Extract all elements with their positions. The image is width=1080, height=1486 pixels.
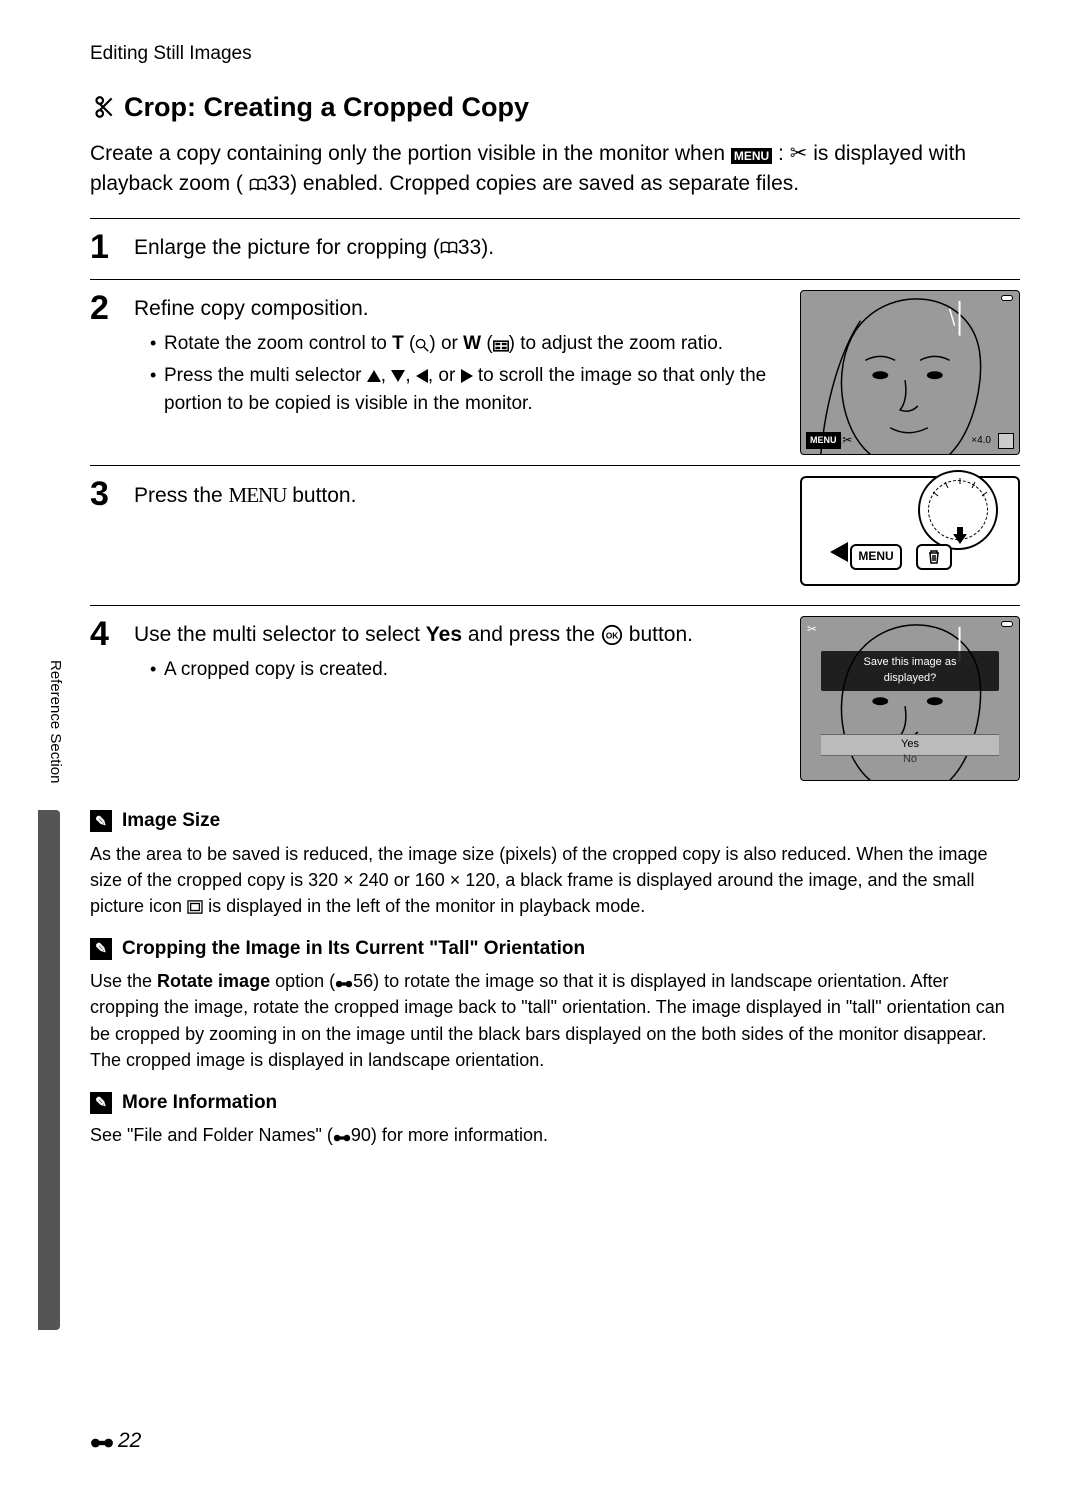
- list-item: Rotate the zoom control to T () or W () …: [150, 330, 784, 358]
- menu-button-icon: MENU: [731, 148, 772, 164]
- note-body: Use the Rotate image option (56) to rota…: [90, 968, 1020, 1072]
- dialog-option-no: No: [821, 750, 999, 770]
- section-header: Editing Still Images: [90, 40, 1020, 68]
- page-number: 22: [90, 1426, 141, 1456]
- down-arrow-icon: [391, 370, 405, 382]
- svg-text:OK: OK: [606, 632, 618, 641]
- step-1: 1 Enlarge the picture for cropping (33).: [90, 218, 1020, 279]
- up-arrow-icon: [367, 370, 381, 382]
- note-title-text: Cropping the Image in Its Current "Tall"…: [122, 935, 585, 963]
- scissors-icon: ✂: [790, 142, 808, 165]
- zoom-factor-label: ×4.0: [971, 434, 991, 449]
- note-icon: ✎: [90, 1092, 112, 1114]
- camera-back-illustration: MENU: [800, 476, 1020, 586]
- trash-button-illustration: [916, 544, 952, 570]
- page-title: Crop: Creating a Cropped Copy: [90, 88, 1020, 127]
- arrow-pointer-icon: [830, 542, 848, 562]
- step-4-title: Use the multi selector to select Yes and…: [134, 620, 784, 650]
- book-icon: [440, 240, 458, 256]
- small-picture-icon: [187, 900, 203, 914]
- scissors-icon: [90, 94, 116, 120]
- magnify-icon: [415, 333, 429, 354]
- intro-paragraph: Create a copy containing only the portio…: [90, 139, 1020, 200]
- lcd-screen-illustration: MENU :✂ ×4.0: [800, 290, 1020, 455]
- step-number: 4: [90, 616, 118, 781]
- thumbnail-icon: [493, 333, 509, 354]
- lcd-dialog-illustration: ✂ Save this image as displayed? Yes No: [800, 616, 1020, 781]
- step-1-title: Enlarge the picture for cropping (33).: [134, 233, 1020, 263]
- step-number: 1: [90, 229, 118, 269]
- link-icon: [335, 971, 353, 991]
- note-more-info: ✎ More Information See "File and Folder …: [90, 1089, 1020, 1149]
- note-title-text: More Information: [122, 1089, 277, 1117]
- menu-button-illustration: MENU: [850, 544, 902, 570]
- step-2-bullets: Rotate the zoom control to T () or W () …: [134, 330, 784, 417]
- left-arrow-icon: [416, 369, 428, 383]
- step-3-title: Press the MENU button.: [134, 480, 784, 511]
- face-illustration: [801, 291, 1019, 455]
- step-number: 2: [90, 290, 118, 455]
- step-2-title: Refine copy composition.: [134, 294, 784, 324]
- note-body: As the area to be saved is reduced, the …: [90, 841, 1020, 919]
- book-icon: [249, 177, 267, 193]
- page-title-text: Crop: Creating a Cropped Copy: [124, 88, 529, 127]
- ok-button-icon: OK: [601, 624, 623, 646]
- side-tab-bar: [38, 810, 60, 1330]
- note-icon: ✎: [90, 938, 112, 960]
- list-item: Press the multi selector , , , or to scr…: [150, 362, 784, 417]
- scissors-overlay-icon: :✂: [839, 432, 852, 449]
- step-4-bullets: A cropped copy is created.: [134, 656, 784, 684]
- dial-illustration: [918, 470, 998, 550]
- list-item: A cropped copy is created.: [150, 656, 784, 684]
- note-title-text: Image Size: [122, 807, 220, 835]
- menu-overlay-label: MENU: [806, 432, 841, 449]
- step-4: 4 Use the multi selector to select Yes a…: [90, 605, 1020, 791]
- step-2: 2 Refine copy composition. Rotate the zo…: [90, 279, 1020, 465]
- note-tall-orientation: ✎ Cropping the Image in Its Current "Tal…: [90, 935, 1020, 1073]
- step-number: 3: [90, 476, 118, 595]
- note-icon: ✎: [90, 810, 112, 832]
- note-image-size: ✎ Image Size As the area to be saved is …: [90, 807, 1020, 919]
- dialog-message: Save this image as displayed?: [821, 651, 999, 691]
- zoom-nav-icon: [998, 433, 1014, 449]
- link-icon: [333, 1125, 351, 1145]
- right-arrow-icon: [461, 369, 473, 383]
- note-body: See "File and Folder Names" (90) for mor…: [90, 1122, 1020, 1148]
- link-icon: [90, 1426, 114, 1456]
- step-3: 3 Press the MENU button. MENU: [90, 465, 1020, 605]
- side-tab-label: Reference Section: [44, 660, 66, 783]
- scissors-overlay-icon: ✂: [807, 621, 817, 638]
